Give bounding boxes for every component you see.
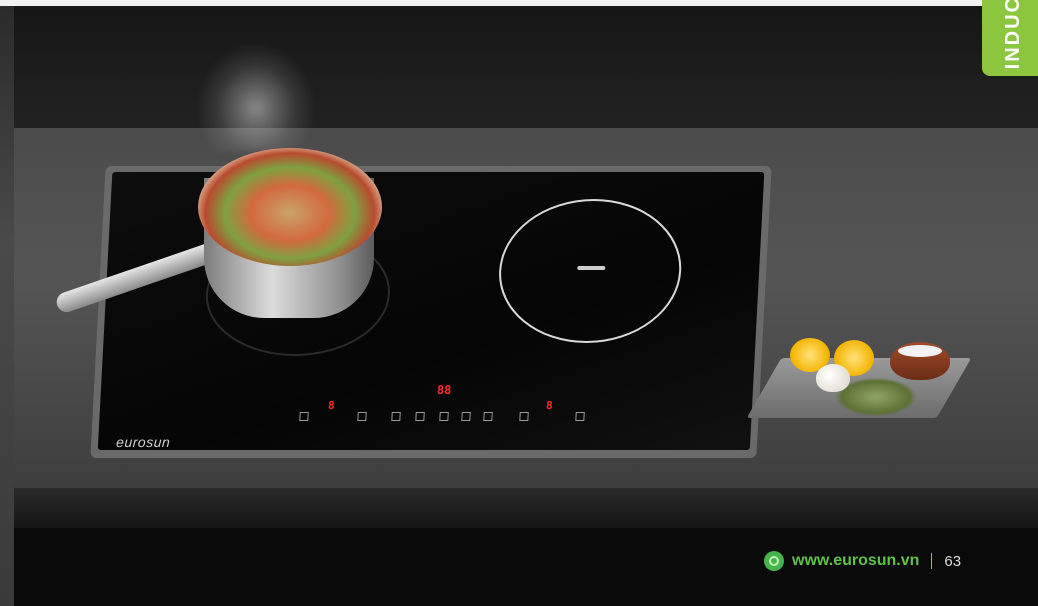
- right-cooking-zone: [495, 199, 685, 343]
- globe-icon: [764, 551, 784, 571]
- right-zone-display: 8: [545, 399, 554, 412]
- lock-icon: [439, 412, 449, 421]
- minus-icon: [519, 412, 529, 421]
- background-wall: [14, 6, 1038, 130]
- section-tab: INDUC: [982, 0, 1038, 76]
- page-number: 63: [944, 552, 962, 570]
- divider: [931, 553, 933, 569]
- plus-icon: [357, 412, 367, 421]
- steam-image: [196, 42, 316, 152]
- induction-cooktop: 8 88 8 eurosun: [90, 166, 772, 458]
- zone-marker: [577, 266, 606, 270]
- left-zone-display: 8: [327, 399, 336, 412]
- timer-icon: [461, 412, 471, 421]
- minus-icon: [299, 412, 309, 421]
- countertop-edge: [14, 488, 1038, 528]
- pot-food: [198, 148, 382, 266]
- boost-icon: [415, 412, 425, 421]
- catalog-page: INDUC 8 88 8 eurosun www.eurosun.vn 63: [0, 0, 1038, 606]
- plus-icon: [575, 412, 585, 421]
- salt: [898, 345, 942, 357]
- menu-icon: [391, 412, 401, 421]
- garlic: [816, 364, 850, 392]
- website-link[interactable]: www.eurosun.vn: [792, 552, 919, 570]
- timer-display: 88: [436, 383, 452, 397]
- power-icon: [483, 412, 493, 421]
- page-footer: www.eurosun.vn 63: [764, 549, 961, 573]
- brand-logo: eurosun: [115, 434, 171, 450]
- stainless-pot: [198, 148, 384, 320]
- section-tab-label: INDUC: [1002, 0, 1024, 70]
- adjacent-page-edge: [0, 0, 14, 606]
